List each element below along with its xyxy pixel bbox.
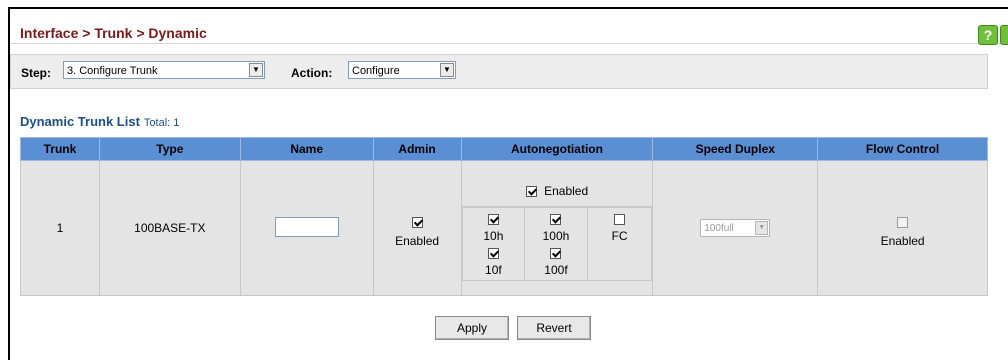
col-speed-duplex: Speed Duplex xyxy=(652,137,819,161)
flow-control-checkbox xyxy=(897,216,909,228)
page-title: Interface > Trunk > Dynamic xyxy=(20,25,207,41)
name-cell xyxy=(239,160,374,296)
autoneg-100h-checkbox[interactable] xyxy=(550,213,562,225)
admin-cell: Enabled xyxy=(372,160,462,296)
autoneg-100f-checkbox[interactable] xyxy=(550,247,562,259)
admin-checkbox[interactable] xyxy=(411,216,423,228)
speed-duplex-cell: 100full ▼ xyxy=(652,160,819,296)
flow-control-cell: Enabled xyxy=(817,160,988,296)
autoneg-10f-checkbox[interactable] xyxy=(487,247,499,259)
revert-button[interactable]: Revert xyxy=(517,316,591,340)
action-select-value: Configure xyxy=(352,65,400,77)
chevron-down-icon: ▼ xyxy=(755,221,769,235)
autoneg-enabled-checkbox[interactable] xyxy=(525,185,537,197)
autoneg-enabled-label: Enabled xyxy=(544,183,589,198)
col-name: Name xyxy=(239,137,374,161)
chevron-down-icon: ▼ xyxy=(440,63,454,77)
list-title-text: Dynamic Trunk List xyxy=(20,114,140,129)
autoneg-100h-label: 100h xyxy=(542,228,570,243)
step-select-value: 3. Configure Trunk xyxy=(67,65,158,77)
autoneg-10h-checkbox[interactable] xyxy=(487,213,499,225)
trunk-table: Trunk Type Name Admin Autonegotiation Sp… xyxy=(20,137,988,296)
speed-duplex-select: 100full ▼ xyxy=(700,219,771,237)
autoneg-10h-label: 10h xyxy=(483,228,504,243)
step-label: Step: xyxy=(21,66,51,80)
col-admin: Admin xyxy=(372,137,462,161)
col-flow-control: Flow Control xyxy=(817,137,988,161)
autoneg-100h: 100h 100f xyxy=(524,206,588,281)
action-label: Action: xyxy=(291,66,333,80)
autoneg-fc-checkbox[interactable] xyxy=(614,213,626,225)
autoneg-fc-label: FC xyxy=(611,228,628,243)
page-header: Interface > Trunk > Dynamic ? xyxy=(10,9,1008,45)
help-icon[interactable]: ? xyxy=(978,25,998,45)
apply-button[interactable]: Apply xyxy=(435,316,509,340)
type-cell: 100BASE-TX xyxy=(98,160,241,296)
autoneg-enabled-row: Enabled xyxy=(461,176,653,207)
name-input[interactable] xyxy=(274,216,339,237)
col-autonegotiation: Autonegotiation xyxy=(460,137,654,161)
trunk-cell: 1 xyxy=(20,160,100,296)
action-select[interactable]: Configure ▼ xyxy=(348,61,456,79)
col-trunk: Trunk xyxy=(20,137,100,161)
admin-enabled-label: Enabled xyxy=(395,233,440,248)
autoneg-10h: 10h 10f xyxy=(461,206,526,281)
autoneg-10f-label: 10f xyxy=(485,262,502,277)
autoneg-100f-label: 100f xyxy=(544,262,568,277)
autoneg-cell: Enabled 10h 10f 100h 100f FC xyxy=(460,160,654,296)
list-total: Total: 1 xyxy=(143,117,180,129)
flow-control-enabled-label: Enabled xyxy=(880,233,925,248)
speed-duplex-value: 100full xyxy=(704,223,734,234)
autoneg-options: 10h 10f 100h 100f FC xyxy=(461,206,653,281)
table-row: 1 100BASE-TX Enabled Enabled 10h 10f 100… xyxy=(20,160,988,296)
chevron-down-icon: ▼ xyxy=(249,63,263,77)
autoneg-fc: FC xyxy=(586,206,653,281)
extra-help-icon[interactable] xyxy=(1000,25,1008,45)
table-header-row: Trunk Type Name Admin Autonegotiation Sp… xyxy=(20,137,988,161)
list-title: Dynamic Trunk List Total: 1 xyxy=(20,114,179,129)
step-select[interactable]: 3. Configure Trunk ▼ xyxy=(63,61,265,79)
col-type: Type xyxy=(98,137,241,161)
step-bar: Step: 3. Configure Trunk ▼ Action: Confi… xyxy=(10,54,988,89)
